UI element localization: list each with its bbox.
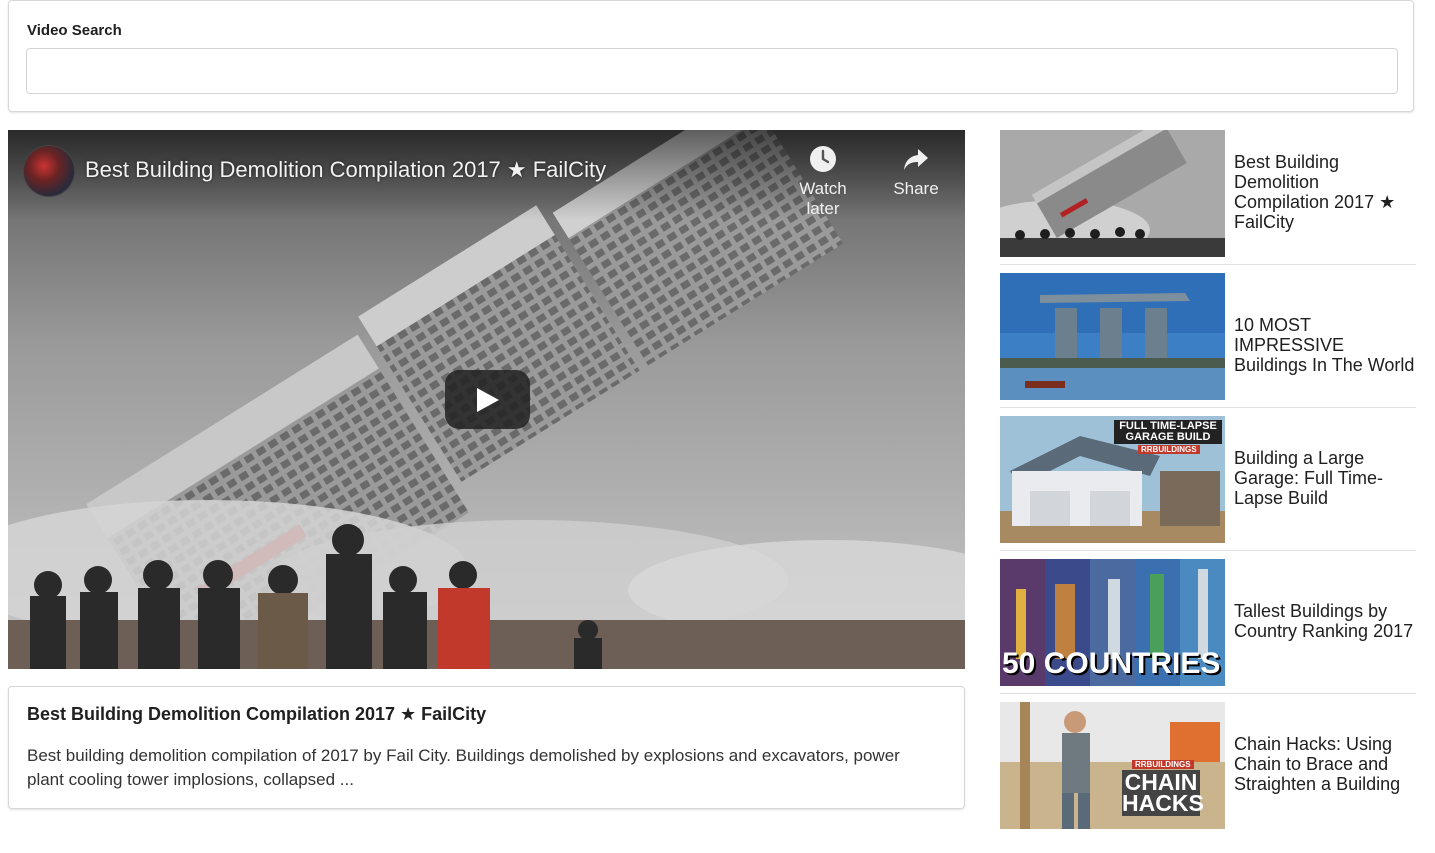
video-list-item-title[interactable]: Best Building Demolition Compilation 201… (1234, 152, 1416, 232)
video-list-item[interactable]: 50 COUNTRIES Tallest Buildings by Countr… (1000, 559, 1416, 694)
play-icon (477, 388, 499, 412)
video-detail-title: Best Building Demolition Compilation 201… (27, 704, 487, 724)
clock-icon (810, 146, 836, 172)
share-icon (904, 149, 928, 170)
video-list-item[interactable]: FULL TIME-LAPSE GARAGE BUILD RRBUILDINGS… (1000, 416, 1416, 551)
search-input[interactable] (26, 48, 1398, 94)
video-thumbnail[interactable]: 50 COUNTRIES (1000, 559, 1225, 686)
search-panel: Video Search (8, 0, 1414, 112)
watch-later-button[interactable]: Watch later (783, 145, 863, 219)
share-button[interactable]: Share (876, 145, 956, 199)
video-list-item[interactable]: 10 MOST IMPRESSIVE Buildings In The Worl… (1000, 273, 1416, 408)
thumb-line2: HACKS (1122, 790, 1204, 816)
thumbnail-brand: RRBUILDINGS (1138, 445, 1200, 454)
search-label: Video Search (27, 22, 122, 39)
video-thumbnail[interactable] (1000, 273, 1225, 400)
thumbnail-overlay-text: CHAIN HACKS (1122, 770, 1204, 816)
thumbnail-overlay-text: 50 COUNTRIES (1002, 647, 1221, 680)
share-label: Share (893, 179, 939, 198)
video-thumbnail[interactable]: FULL TIME-LAPSE GARAGE BUILD RRBUILDINGS (1000, 416, 1225, 543)
thumbnail-overlay-text: FULL TIME-LAPSE GARAGE BUILD (1114, 420, 1222, 444)
video-list-item-title[interactable]: Chain Hacks: Using Chain to Brace and St… (1234, 734, 1416, 794)
play-button[interactable] (445, 370, 530, 429)
video-list-item-title[interactable]: Building a Large Garage: Full Time-Lapse… (1234, 448, 1416, 508)
player-title[interactable]: Best Building Demolition Compilation 201… (85, 157, 606, 183)
video-list-item-title[interactable]: 10 MOST IMPRESSIVE Buildings In The Worl… (1234, 315, 1416, 375)
thumbnail-brand: RRBUILDINGS (1132, 760, 1194, 769)
channel-avatar[interactable] (23, 145, 75, 197)
video-thumbnail[interactable] (1000, 130, 1225, 257)
video-list-item[interactable]: Best Building Demolition Compilation 201… (1000, 130, 1416, 265)
video-thumbnail[interactable]: RRBUILDINGS CHAIN HACKS (1000, 702, 1225, 829)
thumb-line2: GARAGE BUILD (1125, 431, 1211, 443)
video-list-item-title[interactable]: Tallest Buildings by Country Ranking 201… (1234, 601, 1416, 641)
video-player[interactable]: Best Building Demolition Compilation 201… (8, 130, 965, 669)
video-detail-card: Best Building Demolition Compilation 201… (8, 686, 965, 809)
video-detail-description: Best building demolition compilation of … (27, 746, 900, 789)
video-list-item[interactable]: RRBUILDINGS CHAIN HACKS Chain Hacks: Usi… (1000, 702, 1416, 836)
watch-later-label: Watch later (799, 179, 847, 218)
